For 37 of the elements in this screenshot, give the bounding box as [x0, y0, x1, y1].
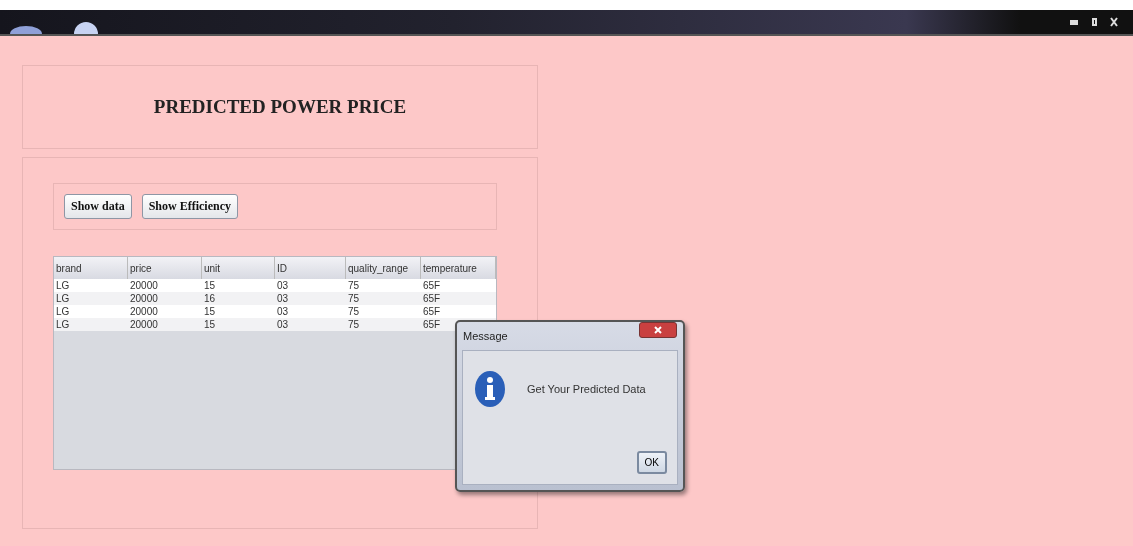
table-cell-text: 03 [276, 305, 290, 318]
table-cell-text: LG [55, 292, 71, 305]
action-button[interactable]: Show Efficiency [141, 194, 239, 219]
desktop-orbs-icon [8, 22, 98, 34]
close-icon[interactable] [1109, 17, 1119, 27]
table-cell-text: 20000 [129, 292, 159, 305]
table-cell-text: 03 [276, 279, 290, 292]
dialog-message: Get Your Predicted Data [527, 383, 646, 395]
table-cell-text: 15 [203, 305, 217, 318]
table-cell-text: 16 [203, 292, 217, 305]
table-cell-text: 03 [276, 318, 290, 331]
action-button[interactable]: Show data [64, 194, 132, 219]
table-cell-text: LG [55, 279, 71, 292]
table-cell-text: 65F [422, 279, 442, 292]
table-cell-text: 15 [203, 318, 217, 331]
close-button[interactable] [639, 322, 677, 338]
table-cell-text: 65F [422, 292, 442, 305]
table-cell-text: LG [55, 305, 71, 318]
maximize-icon[interactable] [1089, 17, 1099, 27]
panel-title: PREDICTED POWER PRICE [153, 96, 407, 118]
ok-button[interactable]: OK [636, 451, 667, 474]
dialog-title: Message [463, 330, 508, 342]
table-cell-text: 75 [347, 305, 361, 318]
table-cell-text: 75 [347, 318, 361, 331]
table-cell-text: 20000 [129, 305, 159, 318]
table-cell-text: LG [55, 318, 71, 331]
table-cell-text: 75 [347, 292, 361, 305]
table-cell-text: 15 [203, 279, 217, 292]
table-cell-text: 75 [347, 279, 361, 292]
minimize-icon[interactable] [1069, 17, 1079, 27]
table-cell-text: 65F [422, 305, 442, 318]
table-cell-text: 03 [276, 292, 290, 305]
table-cell-text: 65F [422, 318, 442, 331]
info-icon [475, 371, 505, 407]
table-cell-text: 20000 [129, 318, 159, 331]
close-icon [654, 326, 662, 334]
table-cell-text: 20000 [129, 279, 159, 292]
